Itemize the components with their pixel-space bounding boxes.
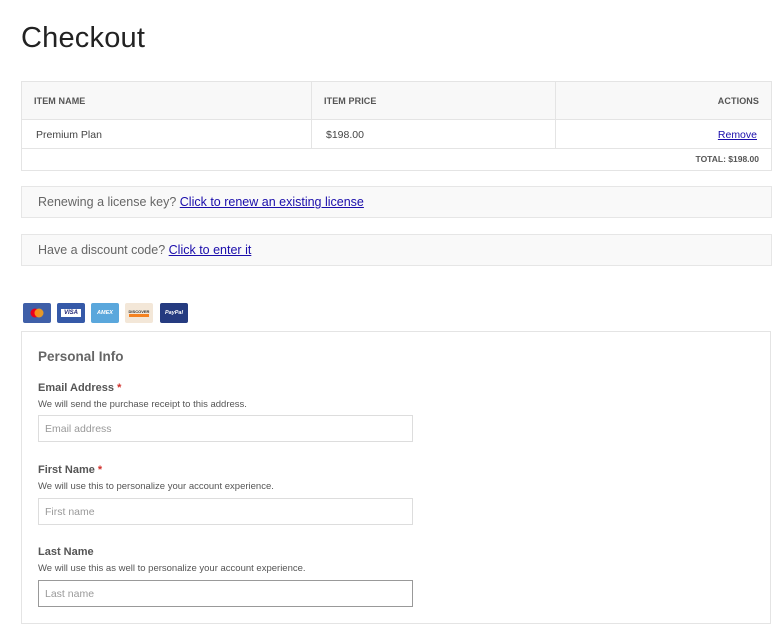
discount-code-notice: Have a discount code? Click to enter it [21,234,772,266]
personal-info-section: Personal Info Email Address * We will se… [21,331,771,624]
mastercard-circles-icon [30,308,44,318]
column-header-item-price: ITEM PRICE [324,96,377,106]
visa-label: VISA [60,309,81,317]
discover-label: DISCOVER [128,309,150,317]
column-header-actions: ACTIONS [717,96,759,106]
last-name-label-text: Last Name [38,546,94,558]
discount-code-link[interactable]: Click to enter it [169,243,252,257]
last-name-description: We will use this as well to personalize … [38,563,306,574]
last-name-label: Last Name [38,546,94,558]
required-asterisk: * [117,382,122,394]
discover-icon: DISCOVER [125,303,153,323]
page-title: Checkout [21,22,146,54]
personal-info-legend: Personal Info [38,349,124,364]
cart-footer-row: TOTAL: $198.00 [22,149,771,170]
required-asterisk: * [97,464,103,476]
paypal-label: PayPal [164,310,184,316]
cart-table: ITEM NAME ITEM PRICE ACTIONS Premium Pla… [21,81,772,171]
renew-license-link[interactable]: Click to renew an existing license [180,195,364,209]
checkout-page: Checkout ITEM NAME ITEM PRICE ACTIONS Pr… [0,0,779,636]
first-name-label-text: First Name [38,464,95,476]
discount-code-text: Have a discount code? [38,243,166,257]
first-name-field[interactable] [38,498,413,525]
column-header-item-name: ITEM NAME [34,96,86,106]
renew-license-text: Renewing a license key? [38,195,177,209]
last-name-field[interactable] [38,580,413,607]
amex-label: AMEX [97,310,113,316]
cart-item-row: Premium Plan $198.00 Remove [22,120,771,149]
first-name-label: First Name * [38,464,102,476]
first-name-description: We will use this to personalize your acc… [38,481,274,492]
email-description: We will send the purchase receipt to thi… [38,399,247,410]
visa-icon: VISA [57,303,85,323]
mastercard-icon [23,303,51,323]
cart-header-row: ITEM NAME ITEM PRICE ACTIONS [22,82,771,120]
amex-icon: AMEX [91,303,119,323]
cart-item-name: Premium Plan [36,129,102,141]
renew-license-notice: Renewing a license key? Click to renew a… [21,186,772,218]
paypal-icon: PayPal [160,303,188,323]
cart-item-price: $198.00 [326,129,364,141]
email-field[interactable] [38,415,413,442]
cart-total: TOTAL: $198.00 [695,154,759,164]
email-label: Email Address * [38,382,121,394]
remove-item-link[interactable]: Remove [718,129,757,141]
email-label-text: Email Address [38,382,115,394]
